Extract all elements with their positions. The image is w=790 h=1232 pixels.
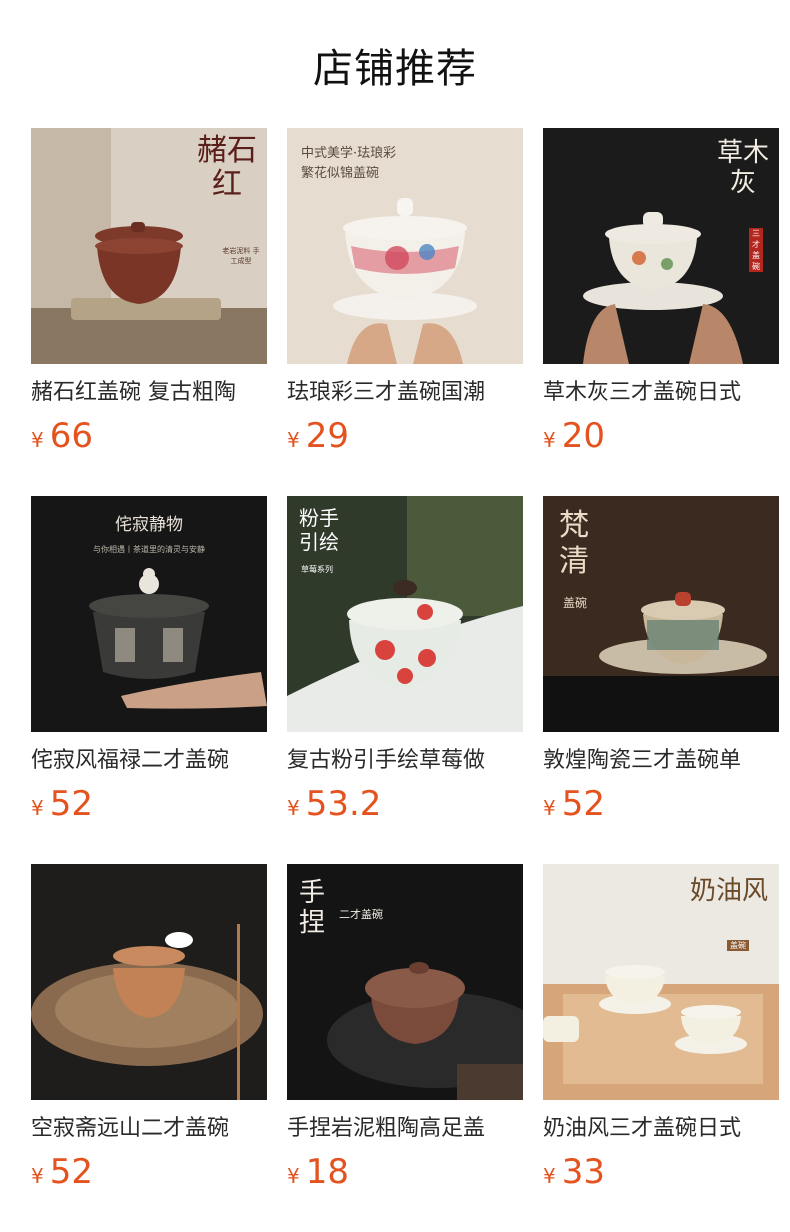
image-subcaption: 草莓系列 bbox=[301, 565, 333, 574]
currency-symbol: ¥ bbox=[543, 1164, 556, 1188]
product-price: ¥52 bbox=[543, 784, 779, 824]
product-card[interactable]: 空寂斋远山二才盖碗 ¥52 bbox=[31, 864, 267, 1192]
price-value: 53.2 bbox=[305, 784, 382, 824]
product-image[interactable]: 中式美学·珐琅彩 繁花似锦盖碗 bbox=[287, 128, 523, 364]
price-value: 18 bbox=[305, 1152, 349, 1192]
product-image[interactable]: 梵清 盖碗 bbox=[543, 496, 779, 732]
product-name[interactable]: 空寂斋远山二才盖碗 bbox=[31, 1114, 267, 1144]
currency-symbol: ¥ bbox=[31, 1164, 44, 1188]
currency-symbol: ¥ bbox=[287, 796, 300, 820]
product-name[interactable]: 手捏岩泥粗陶高足盖 bbox=[287, 1114, 523, 1144]
currency-symbol: ¥ bbox=[543, 796, 556, 820]
image-caption: 奶油风 bbox=[689, 876, 768, 906]
product-name[interactable]: 复古粉引手绘草莓做 bbox=[287, 746, 523, 776]
product-image[interactable]: 手捏 二才盖碗 bbox=[287, 864, 523, 1100]
product-card[interactable]: 草木灰 三才盖碗 草木灰三才盖碗日式 ¥20 bbox=[543, 128, 779, 456]
product-price: ¥52 bbox=[31, 784, 267, 824]
product-image[interactable]: 奶油风 盖碗 bbox=[543, 864, 779, 1100]
product-card[interactable]: 奶油风 盖碗 奶油风三才盖碗日式 ¥33 bbox=[543, 864, 779, 1192]
image-subcaption: 三才盖碗 bbox=[749, 228, 763, 272]
currency-symbol: ¥ bbox=[31, 428, 44, 452]
image-caption: 粉手引绘 bbox=[299, 506, 339, 554]
section-title: 店铺推荐 bbox=[313, 46, 477, 92]
currency-symbol: ¥ bbox=[287, 428, 300, 452]
product-image[interactable]: 草木灰 三才盖碗 bbox=[543, 128, 779, 364]
image-caption: 侘寂静物 bbox=[115, 515, 183, 535]
product-price: ¥18 bbox=[287, 1152, 523, 1192]
currency-symbol: ¥ bbox=[543, 428, 556, 452]
product-price: ¥52 bbox=[31, 1152, 267, 1192]
product-image[interactable]: 粉手引绘 草莓系列 bbox=[287, 496, 523, 732]
product-name[interactable]: 赭石红盖碗 复古粗陶 bbox=[31, 378, 267, 408]
product-card[interactable]: 手捏 二才盖碗 手捏岩泥粗陶高足盖 ¥18 bbox=[287, 864, 523, 1192]
image-caption: 梵清 bbox=[559, 508, 589, 579]
image-caption: 手捏 bbox=[299, 878, 326, 938]
product-price: ¥20 bbox=[543, 416, 779, 456]
product-name[interactable]: 草木灰三才盖碗日式 bbox=[543, 378, 779, 408]
image-subcaption: 盖碗 bbox=[563, 596, 588, 610]
product-price: ¥66 bbox=[31, 416, 267, 456]
currency-symbol: ¥ bbox=[287, 1164, 300, 1188]
price-value: 29 bbox=[305, 416, 349, 456]
product-card[interactable]: 粉手引绘 草莓系列 复古粉引手绘草莓做 ¥53.2 bbox=[287, 496, 523, 824]
product-name[interactable]: 侘寂风福禄二才盖碗 bbox=[31, 746, 267, 776]
product-card[interactable]: 侘寂静物 与你相遇丨茶道里的清灵与安静 侘寂风福禄二才盖碗 ¥52 bbox=[31, 496, 267, 824]
product-price: ¥53.2 bbox=[287, 784, 523, 824]
price-value: 20 bbox=[561, 416, 605, 456]
image-subcaption: 二才盖碗 bbox=[339, 908, 383, 921]
product-name[interactable]: 奶油风三才盖碗日式 bbox=[543, 1114, 779, 1144]
price-value: 52 bbox=[49, 784, 93, 824]
image-subcaption: 盖碗 bbox=[727, 940, 749, 951]
product-price: ¥33 bbox=[543, 1152, 779, 1192]
price-value: 66 bbox=[49, 416, 93, 456]
product-card[interactable]: 中式美学·珐琅彩 繁花似锦盖碗 珐琅彩三才盖碗国潮 ¥29 bbox=[287, 128, 523, 456]
product-card[interactable]: 赭石红 老岩泥料 手工成型 赭石红盖碗 复古粗陶 ¥66 bbox=[31, 128, 267, 456]
image-subcaption: 老岩泥料 手工成型 bbox=[222, 247, 260, 265]
image-subcaption: 繁花似锦盖碗 bbox=[301, 166, 380, 181]
price-value: 33 bbox=[561, 1152, 605, 1192]
price-value: 52 bbox=[49, 1152, 93, 1192]
product-image[interactable]: 赭石红 老岩泥料 手工成型 bbox=[31, 128, 267, 364]
price-value: 52 bbox=[561, 784, 605, 824]
currency-symbol: ¥ bbox=[31, 796, 44, 820]
image-subcaption: 与你相遇丨茶道里的清灵与安静 bbox=[93, 545, 205, 554]
image-caption: 赭石红 bbox=[197, 133, 257, 202]
product-name[interactable]: 珐琅彩三才盖碗国潮 bbox=[287, 378, 523, 408]
image-caption: 草木灰 bbox=[717, 138, 770, 198]
image-caption: 中式美学·珐琅彩 bbox=[301, 146, 397, 161]
product-image[interactable]: 侘寂静物 与你相遇丨茶道里的清灵与安静 bbox=[31, 496, 267, 732]
product-card[interactable]: 梵清 盖碗 敦煌陶瓷三才盖碗单 ¥52 bbox=[543, 496, 779, 824]
product-name[interactable]: 敦煌陶瓷三才盖碗单 bbox=[543, 746, 779, 776]
product-price: ¥29 bbox=[287, 416, 523, 456]
product-image[interactable] bbox=[31, 864, 267, 1100]
